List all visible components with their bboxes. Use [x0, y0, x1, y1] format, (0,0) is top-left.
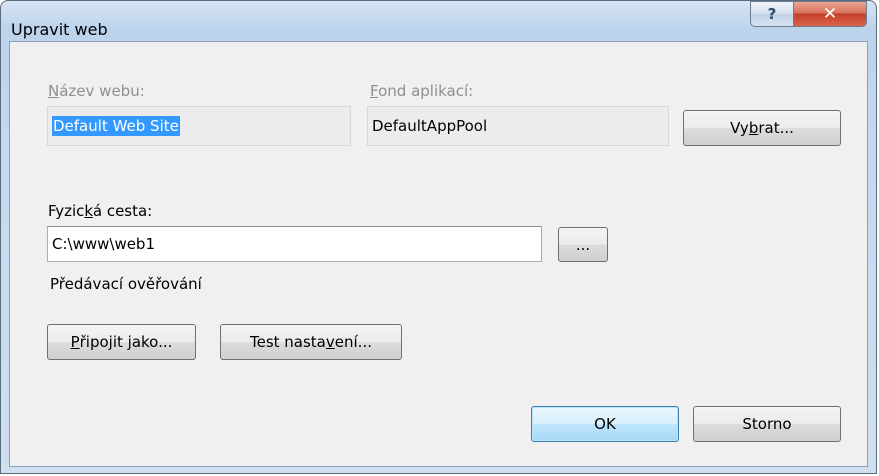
title-bar[interactable]: Upravit web ? ✕	[1, 1, 876, 41]
physical-path-input[interactable]: C:\www\web1	[47, 226, 542, 262]
app-pool-value: DefaultAppPool	[372, 117, 488, 135]
browse-button[interactable]: ...	[558, 227, 608, 262]
window-title: Upravit web	[11, 20, 108, 39]
ok-button[interactable]: OK	[531, 406, 679, 442]
app-pool-label: Fond aplikací:	[370, 82, 474, 100]
help-button[interactable]: ?	[750, 1, 794, 27]
close-icon: ✕	[822, 4, 838, 24]
select-app-pool-button[interactable]: Vy b rat...	[683, 110, 841, 146]
close-button[interactable]: ✕	[793, 1, 867, 27]
app-pool-field: DefaultAppPool	[367, 106, 669, 146]
pass-through-auth-label: Předávací ověřování	[50, 275, 202, 293]
edit-site-dialog: Upravit web ? ✕ Název webu: Default Web …	[0, 0, 877, 474]
site-name-label: Název webu:	[48, 82, 145, 100]
test-settings-button[interactable]: Test nasta v ení...	[220, 324, 402, 360]
physical-path-value: C:\www\web1	[52, 235, 156, 253]
cancel-button[interactable]: Storno	[693, 406, 841, 442]
help-icon: ?	[767, 5, 777, 23]
dialog-body: Název webu: Default Web Site Fond aplika…	[9, 41, 868, 467]
connect-as-button[interactable]: Připojit jako...	[47, 324, 196, 360]
site-name-field[interactable]: Default Web Site	[47, 106, 351, 146]
physical-path-label: Fyzická cesta:	[48, 202, 153, 220]
site-name-value: Default Web Site	[52, 116, 180, 136]
